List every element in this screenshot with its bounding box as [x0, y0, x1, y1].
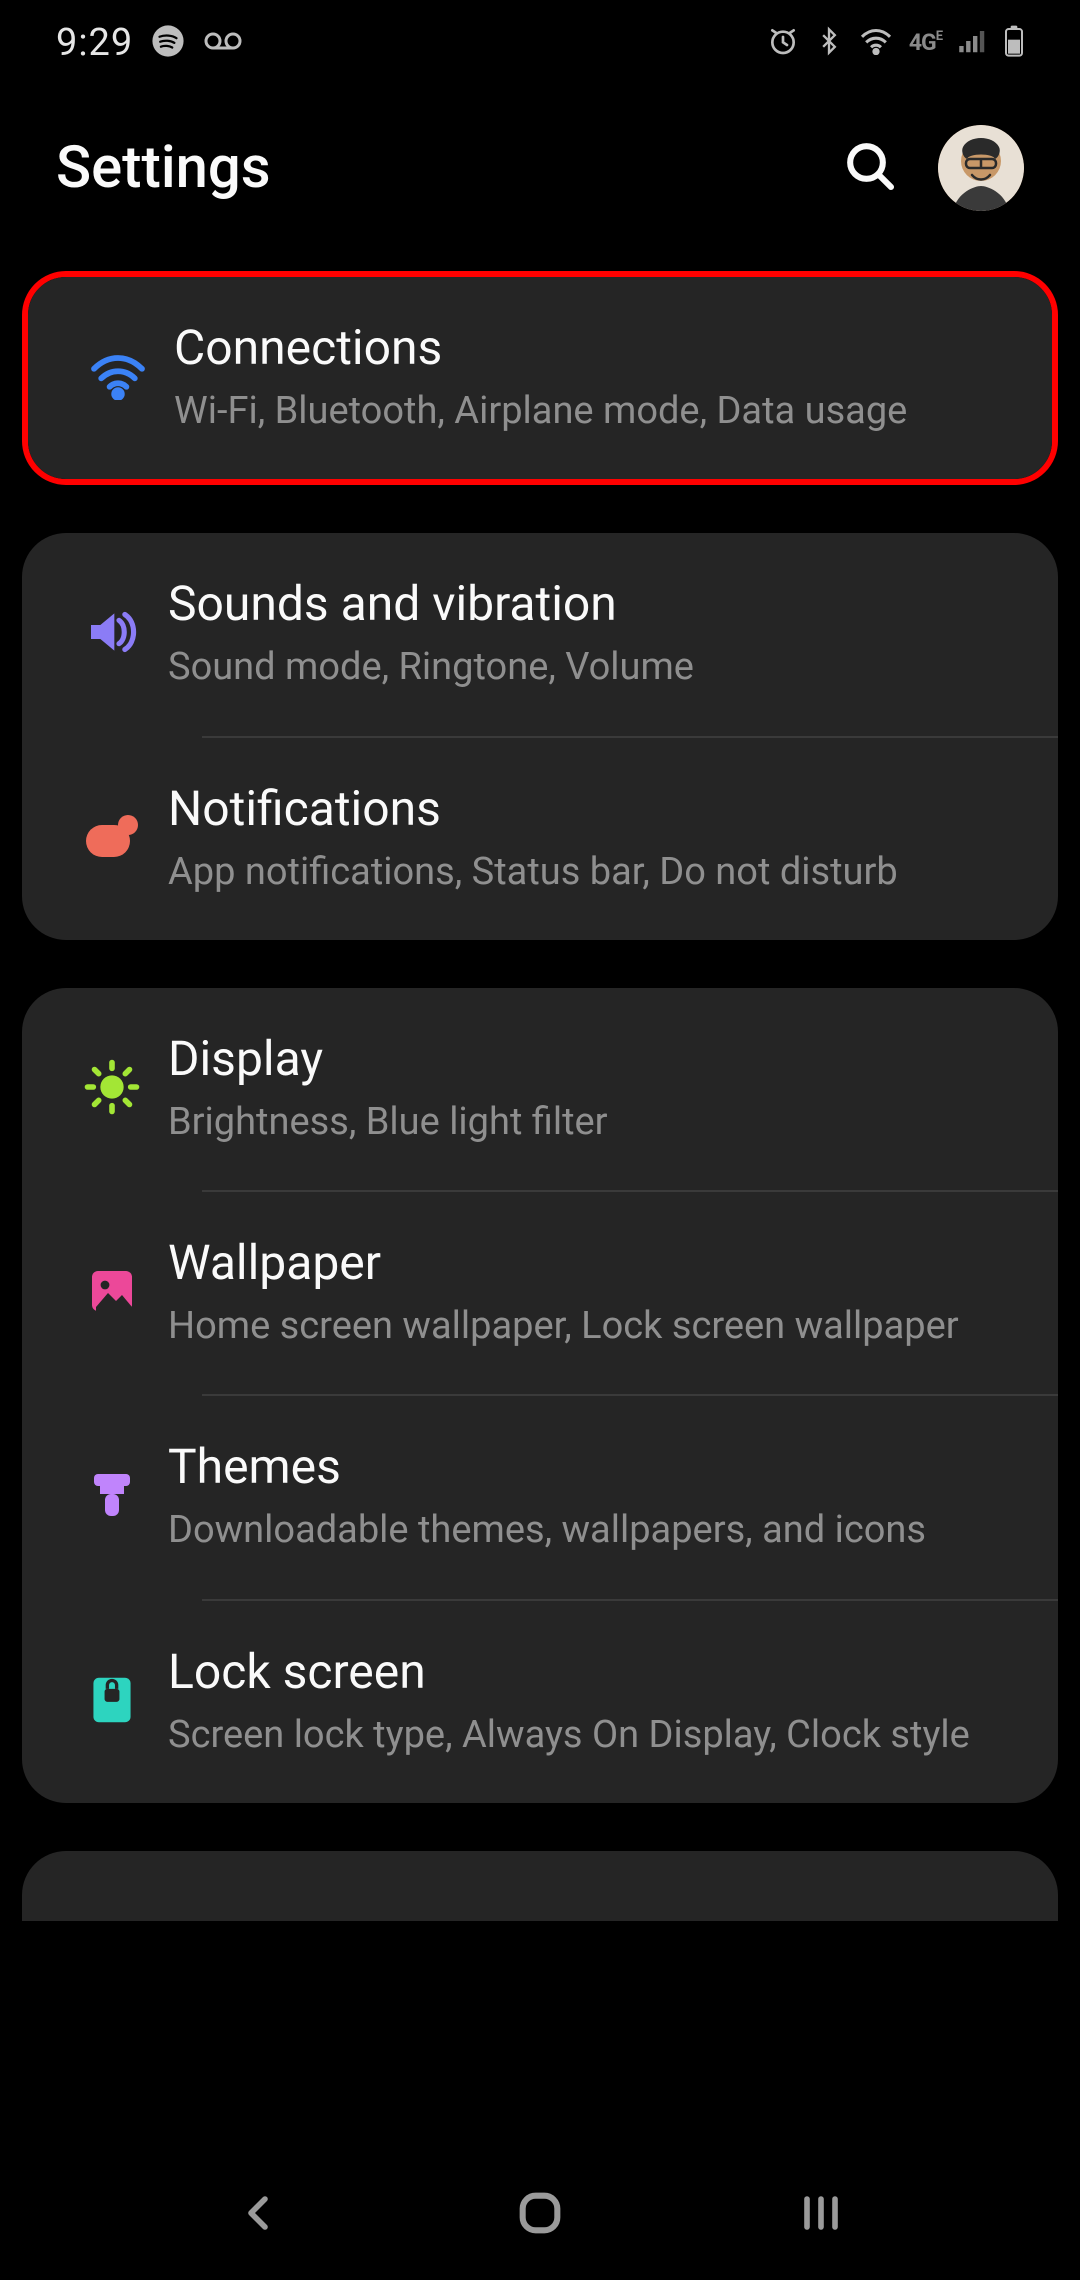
lock-icon — [91, 1674, 133, 1730]
header: Settings — [0, 85, 1080, 271]
row-subtitle: App notifications, Status bar, Do not di… — [168, 847, 1018, 898]
row-sounds[interactable]: Sounds and vibration Sound mode, Rington… — [22, 533, 1058, 735]
row-subtitle: Sound mode, Ringtone, Volume — [168, 642, 1018, 693]
notification-icon — [84, 815, 140, 863]
settings-group-connections: Connections Wi-Fi, Bluetooth, Airplane m… — [22, 271, 1058, 485]
sound-icon — [84, 608, 140, 660]
row-connections[interactable]: Connections Wi-Fi, Bluetooth, Airplane m… — [28, 277, 1052, 479]
spotify-icon — [151, 24, 185, 62]
wallpaper-icon — [88, 1267, 136, 1319]
status-bar: 9:29 4GE — [0, 0, 1080, 85]
row-subtitle: Downloadable themes, wallpapers, and ico… — [168, 1505, 1018, 1556]
row-title: Wallpaper — [168, 1234, 1018, 1291]
battery-icon — [1004, 25, 1024, 61]
row-subtitle: Brightness, Blue light filter — [168, 1097, 1018, 1148]
row-title: Connections — [174, 319, 1012, 376]
row-title: Sounds and vibration — [168, 575, 1018, 632]
status-right: 4GE — [767, 25, 1024, 61]
nav-recent-icon[interactable] — [797, 2192, 845, 2238]
row-themes[interactable]: Themes Downloadable themes, wallpapers, … — [22, 1396, 1058, 1598]
voicemail-icon — [203, 29, 243, 57]
nav-back-icon[interactable] — [235, 2189, 283, 2241]
themes-icon — [88, 1470, 136, 1526]
display-icon — [84, 1059, 140, 1119]
signal-icon — [958, 28, 988, 58]
nav-home-icon[interactable] — [514, 2187, 566, 2243]
page-title: Settings — [56, 134, 271, 202]
status-time: 9:29 — [56, 21, 133, 65]
navigation-bar — [0, 2150, 1080, 2280]
row-subtitle: Wi-Fi, Bluetooth, Airplane mode, Data us… — [174, 386, 1012, 437]
row-wallpaper[interactable]: Wallpaper Home screen wallpaper, Lock sc… — [22, 1192, 1058, 1394]
row-title: Lock screen — [168, 1643, 1018, 1700]
avatar[interactable] — [938, 125, 1024, 211]
status-left: 9:29 — [56, 21, 243, 65]
4g-icon: 4GE — [909, 29, 942, 56]
row-lockscreen[interactable]: Lock screen Screen lock type, Always On … — [22, 1601, 1058, 1803]
row-notifications[interactable]: Notifications App notifications, Status … — [22, 738, 1058, 940]
row-title: Themes — [168, 1438, 1018, 1495]
search-icon[interactable] — [842, 138, 898, 198]
wifi-status-icon — [859, 27, 893, 59]
settings-group-sound: Sounds and vibration Sound mode, Rington… — [22, 533, 1058, 940]
row-display[interactable]: Display Brightness, Blue light filter — [22, 988, 1058, 1190]
bluetooth-icon — [815, 25, 843, 61]
row-title: Display — [168, 1030, 1018, 1087]
wifi-icon — [88, 352, 148, 404]
settings-group-display: Display Brightness, Blue light filter Wa… — [22, 988, 1058, 1803]
row-subtitle: Home screen wallpaper, Lock screen wallp… — [168, 1301, 1018, 1352]
row-subtitle: Screen lock type, Always On Display, Clo… — [168, 1710, 1018, 1761]
row-title: Notifications — [168, 780, 1018, 837]
settings-group-peek[interactable] — [22, 1851, 1058, 1921]
alarm-icon — [767, 25, 799, 61]
